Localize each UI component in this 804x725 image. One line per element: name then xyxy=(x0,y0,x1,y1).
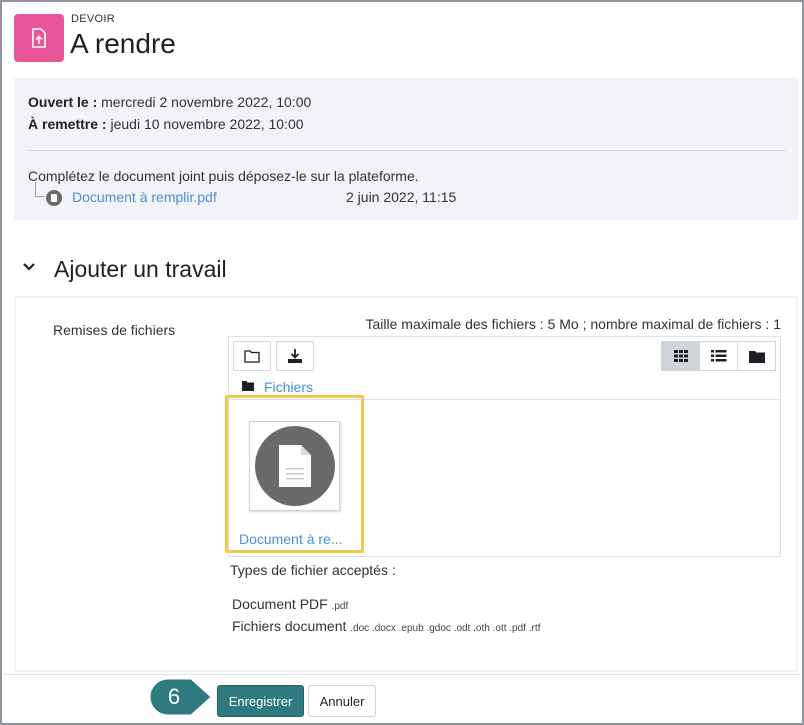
footer-divider xyxy=(4,674,800,675)
page-title: A rendre xyxy=(70,28,176,59)
assignment-intro: Complétez le document joint puis déposez… xyxy=(28,168,419,184)
breadcrumb-files[interactable]: Fichiers xyxy=(264,379,313,395)
view-icons-button[interactable] xyxy=(661,341,700,371)
module-type-label: DEVOIR xyxy=(71,13,115,25)
file-icon xyxy=(46,190,62,206)
create-folder-button[interactable] xyxy=(233,341,271,371)
highlight-box xyxy=(225,395,364,553)
cancel-button[interactable]: Annuler xyxy=(308,685,376,717)
assignment-upload-icon xyxy=(14,14,64,62)
save-button[interactable]: Enregistrer xyxy=(217,685,304,717)
view-list-button[interactable] xyxy=(699,341,738,371)
screenshot-frame: DEVOIR A rendre Ouvert le : mercredi 2 n… xyxy=(0,0,804,725)
due-date: À remettre : jeudi 10 novembre 2022, 10:… xyxy=(28,116,304,132)
folder-icon xyxy=(244,350,260,363)
view-tree-button[interactable] xyxy=(737,341,776,371)
list-icon xyxy=(710,350,726,362)
attachment-link[interactable]: Document à remplir.pdf xyxy=(72,189,217,205)
activity-info: Ouvert le : mercredi 2 novembre 2022, 10… xyxy=(14,78,798,220)
grid-icon xyxy=(673,350,688,362)
accepted-type-pdf: Document PDF .pdf xyxy=(232,596,349,612)
accepted-type-documents: Fichiers document .doc .docx .epub .gdoc… xyxy=(232,618,541,634)
file-limits: Taille maximale des fichiers : 5 Mo ; no… xyxy=(365,316,781,332)
download-icon xyxy=(288,349,302,363)
step-number: 6 xyxy=(167,684,181,709)
file-submissions-label: Remises de fichiers xyxy=(53,322,176,338)
divider xyxy=(28,150,786,151)
folder-filled-icon xyxy=(748,350,765,363)
view-switcher xyxy=(661,341,776,371)
folder-breadcrumb-icon xyxy=(242,381,254,391)
chevron-down-icon[interactable] xyxy=(22,260,36,274)
accepted-types-title: Types de fichier acceptés : xyxy=(230,562,396,578)
attachment-date: 2 juin 2022, 11:15 xyxy=(346,189,457,205)
submission-form: Remises de fichiers Taille maximale des … xyxy=(14,296,798,672)
opened-date: Ouvert le : mercredi 2 novembre 2022, 10… xyxy=(28,94,312,110)
tree-connector xyxy=(35,182,45,197)
section-title[interactable]: Ajouter un travail xyxy=(54,256,227,283)
submission-form-body: Remises de fichiers Taille maximale des … xyxy=(16,298,796,670)
download-all-button[interactable] xyxy=(276,341,314,371)
